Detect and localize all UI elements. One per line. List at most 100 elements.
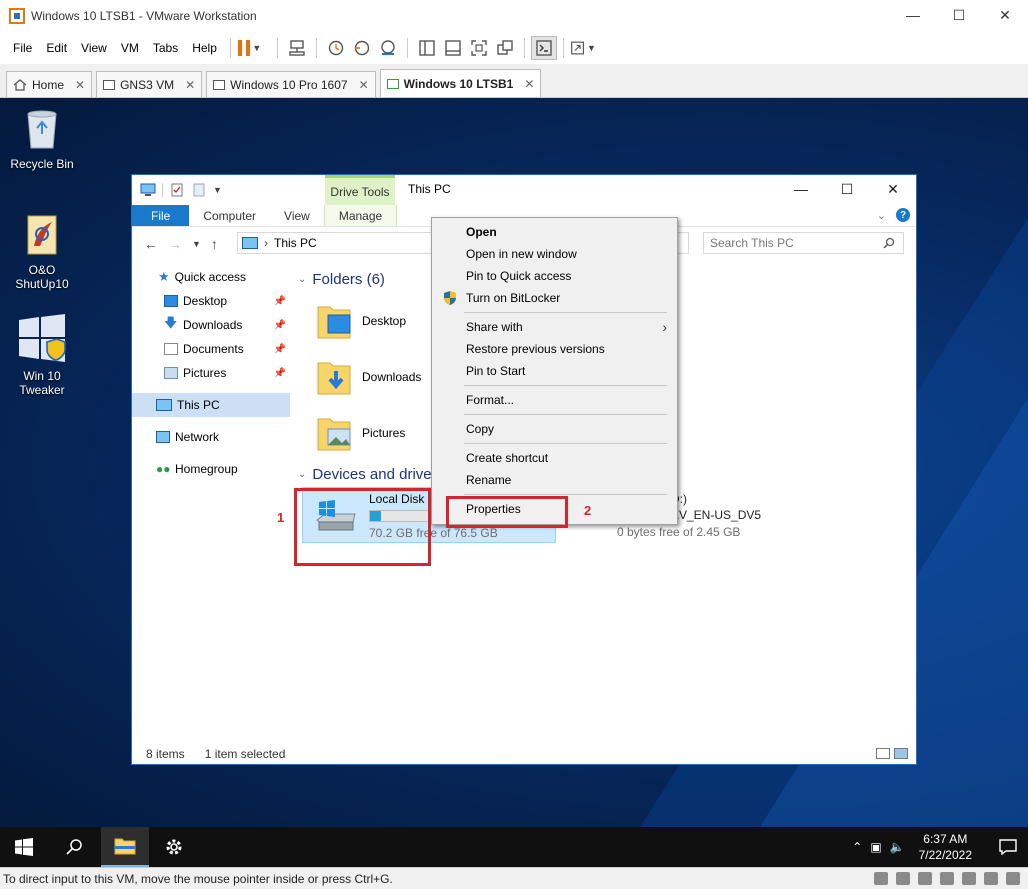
chevron-up-icon[interactable]: ⌃ [852, 840, 862, 854]
snapshot-manager-button[interactable] [375, 36, 401, 60]
close-icon[interactable]: ✕ [359, 78, 369, 92]
customize-toolbar-icon[interactable]: ▼ [213, 185, 222, 195]
send-ctrl-alt-del-button[interactable] [284, 36, 310, 60]
back-arrow-icon[interactable]: ← [144, 236, 158, 252]
menu-file[interactable]: File [6, 41, 39, 55]
dvd-drive-label[interactable]: EV_EN-US_DV5 [671, 508, 761, 522]
suspend-button[interactable]: ▼ [237, 36, 263, 60]
minimize-button[interactable]: — [778, 175, 824, 203]
menu-item[interactable]: Open in new window [432, 243, 677, 265]
close-icon[interactable]: ✕ [524, 77, 534, 91]
menu-item[interactable]: Copy [432, 418, 677, 440]
folder-downloads[interactable]: Downloads [316, 357, 421, 397]
help-icon[interactable]: ? [896, 208, 910, 222]
cd-drive-icon[interactable] [896, 872, 910, 885]
ribbon-tab-computer[interactable]: Computer [189, 205, 270, 226]
close-button[interactable]: ✕ [870, 175, 916, 203]
menu-item[interactable]: Rename [432, 469, 677, 491]
unity-button[interactable] [492, 36, 518, 60]
new-folder-icon[interactable] [191, 183, 207, 197]
start-button[interactable] [0, 827, 48, 867]
vm-tabbar: Home ✕ GNS3 VM ✕ Windows 10 Pro 1607 ✕ W… [0, 64, 1028, 98]
nav-desktop[interactable]: Desktop 📌 [132, 289, 290, 313]
close-icon[interactable]: ✕ [185, 78, 195, 92]
messages-icon[interactable] [1006, 872, 1020, 885]
up-arrow-icon[interactable]: ↑ [211, 236, 218, 252]
nav-homegroup[interactable]: ●● Homegroup [132, 457, 290, 481]
console-view-button[interactable] [530, 36, 557, 60]
full-screen-button[interactable] [466, 36, 492, 60]
menu-item[interactable]: Share with › [432, 316, 677, 338]
maximize-button[interactable]: ☐ [936, 0, 982, 30]
take-snapshot-button[interactable] [323, 36, 349, 60]
search-input[interactable]: Search This PC [703, 232, 904, 254]
nav-network[interactable]: Network [132, 425, 290, 449]
details-view-icon[interactable] [876, 748, 890, 759]
tab-label: Windows 10 Pro 1607 [230, 77, 348, 92]
menu-edit[interactable]: Edit [39, 41, 74, 55]
folder-pictures[interactable]: Pictures [316, 413, 405, 453]
menu-item[interactable]: Pin to Start [432, 360, 677, 382]
ribbon-tab-view[interactable]: View [270, 205, 324, 226]
ribbon-right-controls: ⌄ ? [877, 208, 910, 222]
menu-item[interactable]: Turn on BitLocker [432, 287, 677, 309]
desktop-icon-oo-shutup10[interactable]: O&O ShutUp10 [2, 212, 82, 291]
stretch-guest-button[interactable]: ▼ [570, 36, 596, 60]
minimize-button[interactable]: — [890, 0, 936, 30]
sound-icon[interactable] [962, 872, 976, 885]
network-adapter-icon[interactable] [918, 872, 932, 885]
close-icon[interactable]: ✕ [75, 78, 85, 92]
nav-downloads[interactable]: 🡇 Downloads 📌 [132, 313, 290, 337]
menu-view[interactable]: View [74, 41, 114, 55]
hard-disk-icon[interactable] [874, 872, 888, 885]
action-center-button[interactable] [988, 827, 1028, 867]
group-header-devices[interactable]: ⌄ Devices and drives [298, 466, 439, 483]
clock[interactable]: 6:37 AM 7/22/2022 [919, 831, 972, 863]
desktop-icon-win10-tweaker[interactable]: Win 10 Tweaker [2, 314, 82, 397]
tab-windows-10-ltsb1[interactable]: Windows 10 LTSB1 ✕ [379, 69, 542, 97]
show-thumbnail-bar-button[interactable] [440, 36, 466, 60]
tab-label: Windows 10 LTSB1 [403, 76, 514, 91]
large-icons-view-icon[interactable] [894, 748, 908, 759]
search-taskbar-button[interactable] [50, 827, 98, 867]
pin-icon: 📌 [273, 343, 286, 355]
show-library-button[interactable] [414, 36, 440, 60]
nav-quick-access[interactable]: ★ Quick access [132, 265, 290, 289]
forward-arrow-icon[interactable]: → [168, 236, 182, 252]
menu-item[interactable]: Format... [432, 389, 677, 411]
maximize-button[interactable]: ☐ [824, 175, 870, 203]
menu-item[interactable]: Pin to Quick access [432, 265, 677, 287]
desktop-icon-label: Win 10 Tweaker [19, 369, 65, 397]
properties-icon[interactable] [169, 183, 185, 197]
usb-icon[interactable] [940, 872, 954, 885]
ribbon-tab-manage[interactable]: Manage [323, 205, 398, 226]
folder-desktop[interactable]: Desktop [316, 301, 406, 341]
settings-taskbar-button[interactable] [150, 827, 198, 867]
ribbon-tab-file[interactable]: File [132, 205, 190, 226]
desktop-icon-recycle-bin[interactable]: Recycle Bin [2, 106, 82, 171]
menu-help[interactable]: Help [185, 41, 224, 55]
homegroup-icon: ●● [156, 462, 171, 476]
expand-ribbon-icon[interactable]: ⌄ [877, 209, 886, 222]
menu-item[interactable]: Restore previous versions [432, 338, 677, 360]
display-icon[interactable] [984, 872, 998, 885]
file-explorer-taskbar-button[interactable] [101, 827, 149, 867]
nav-pictures[interactable]: Pictures 📌 [132, 361, 290, 385]
revert-snapshot-button[interactable] [349, 36, 375, 60]
group-header-folders[interactable]: ⌄ Folders (6) [298, 271, 385, 288]
menu-tabs[interactable]: Tabs [146, 41, 185, 55]
menu-item[interactable]: Open [432, 221, 677, 243]
pictures-folder-icon [317, 418, 351, 451]
tab-gns3-vm[interactable]: GNS3 VM ✕ [96, 71, 203, 97]
selection-count: 1 item selected [204, 747, 286, 761]
menu-item[interactable]: Create shortcut [432, 447, 677, 469]
network-icon[interactable]: ▣ [870, 840, 881, 854]
recent-locations-icon[interactable]: ▼ [192, 239, 201, 249]
menu-vm[interactable]: VM [114, 41, 146, 55]
volume-icon[interactable]: 🔈 [890, 840, 905, 854]
tab-home[interactable]: Home ✕ [6, 71, 93, 97]
nav-this-pc[interactable]: This PC [132, 393, 290, 417]
nav-documents[interactable]: Documents 📌 [132, 337, 290, 361]
close-button[interactable]: ✕ [982, 0, 1028, 30]
tab-windows-10-pro[interactable]: Windows 10 Pro 1607 ✕ [206, 71, 376, 97]
